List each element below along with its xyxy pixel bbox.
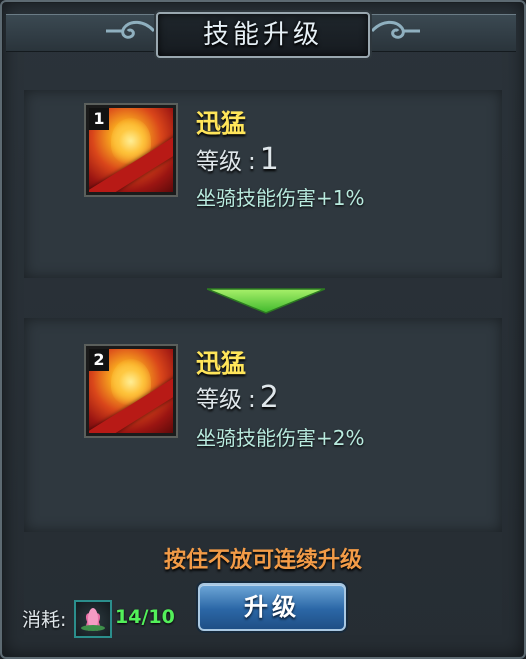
current-skill-effect: 坐骑技能伤害+1% (196, 186, 365, 210)
level-value: 1 (259, 142, 279, 177)
next-skill-name: 迅猛 (196, 349, 247, 378)
left-ornament-icon (106, 20, 156, 39)
lotus-flower-icon[interactable] (74, 600, 112, 638)
current-skill-name: 迅猛 (196, 109, 247, 138)
next-skill-level: 等级:2 (196, 380, 279, 415)
cost-count: 14/10 (115, 606, 175, 628)
arrow-down-icon (207, 288, 325, 314)
current-skill-icon: 1 (84, 103, 178, 197)
level-value: 2 (259, 380, 279, 415)
level-colon: : (248, 149, 256, 175)
dialog-title: 技能升级 (202, 20, 323, 50)
hold-hint-text: 按住不放可连续升级 (163, 548, 362, 573)
right-ornament-icon (370, 20, 420, 39)
next-skill-icon: 2 (84, 344, 178, 438)
current-skill-badge: 1 (89, 108, 109, 130)
next-skill-effect: 坐骑技能伤害+2% (196, 426, 365, 450)
next-skill-badge: 2 (89, 349, 109, 371)
level-label: 等级 (196, 387, 242, 413)
level-label: 等级 (196, 149, 242, 175)
cost-label: 消耗: (22, 609, 67, 631)
level-colon: : (248, 387, 256, 413)
current-skill-level: 等级:1 (196, 142, 279, 177)
upgrade-button[interactable]: 升级 (198, 583, 346, 631)
